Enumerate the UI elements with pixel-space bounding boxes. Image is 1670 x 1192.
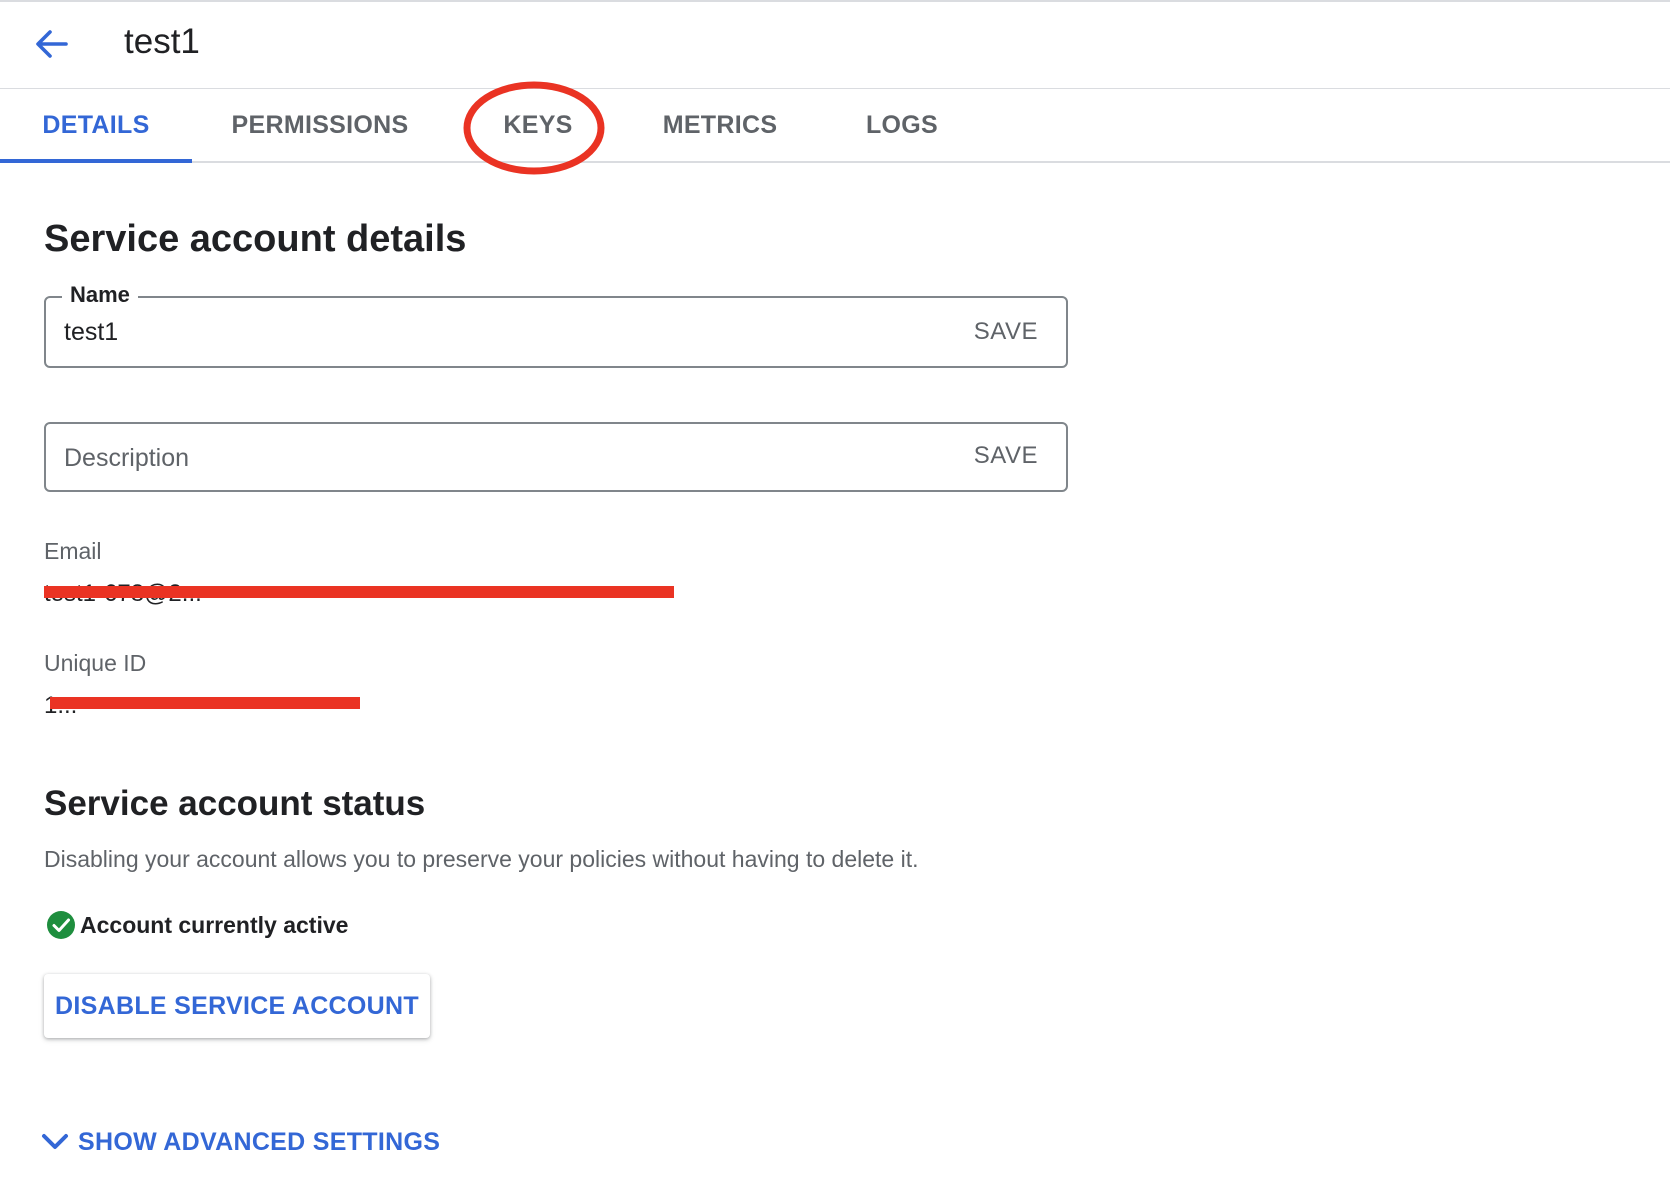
email-label: Email — [44, 538, 102, 564]
name-field-label: Name — [62, 281, 138, 309]
name-save-button[interactable]: SAVE — [974, 318, 1038, 346]
tab-permissions[interactable]: PERMISSIONS — [220, 89, 420, 161]
unique-id-redaction — [50, 697, 360, 709]
status-row: Account currently active — [46, 909, 348, 941]
status-heading: Service account status — [44, 784, 426, 823]
chevron-down-icon — [42, 1134, 68, 1149]
description-save-button[interactable]: SAVE — [974, 442, 1038, 470]
show-advanced-settings-label: SHOW ADVANCED SETTINGS — [78, 1127, 441, 1156]
name-input[interactable] — [64, 318, 924, 347]
tab-details[interactable]: DETAILS — [0, 89, 192, 161]
show-advanced-settings-link[interactable]: SHOW ADVANCED SETTINGS — [38, 1124, 440, 1160]
disable-service-account-button[interactable]: DISABLE SERVICE ACCOUNT — [44, 974, 430, 1038]
tab-bar: DETAILS PERMISSIONS KEYS METRICS LOGS — [0, 89, 1670, 163]
description-field: SAVE — [44, 422, 1068, 492]
email-redaction — [44, 586, 674, 598]
top-app-bar: test1 — [0, 0, 1670, 89]
description-input[interactable] — [64, 444, 924, 473]
details-heading: Service account details — [44, 218, 467, 260]
name-field: Name SAVE — [44, 281, 1068, 368]
arrow-left-icon — [36, 30, 68, 58]
unique-id-label: Unique ID — [44, 650, 147, 676]
tab-metrics[interactable]: METRICS — [650, 89, 790, 161]
status-description: Disabling your account allows you to pre… — [44, 846, 919, 872]
tab-keys[interactable]: KEYS — [484, 89, 592, 161]
tab-logs[interactable]: LOGS — [850, 89, 954, 161]
back-button[interactable] — [30, 22, 74, 66]
active-tab-indicator — [0, 159, 192, 163]
page-title: test1 — [124, 22, 200, 61]
status-text: Account currently active — [80, 911, 349, 938]
check-circle-icon — [47, 911, 75, 939]
